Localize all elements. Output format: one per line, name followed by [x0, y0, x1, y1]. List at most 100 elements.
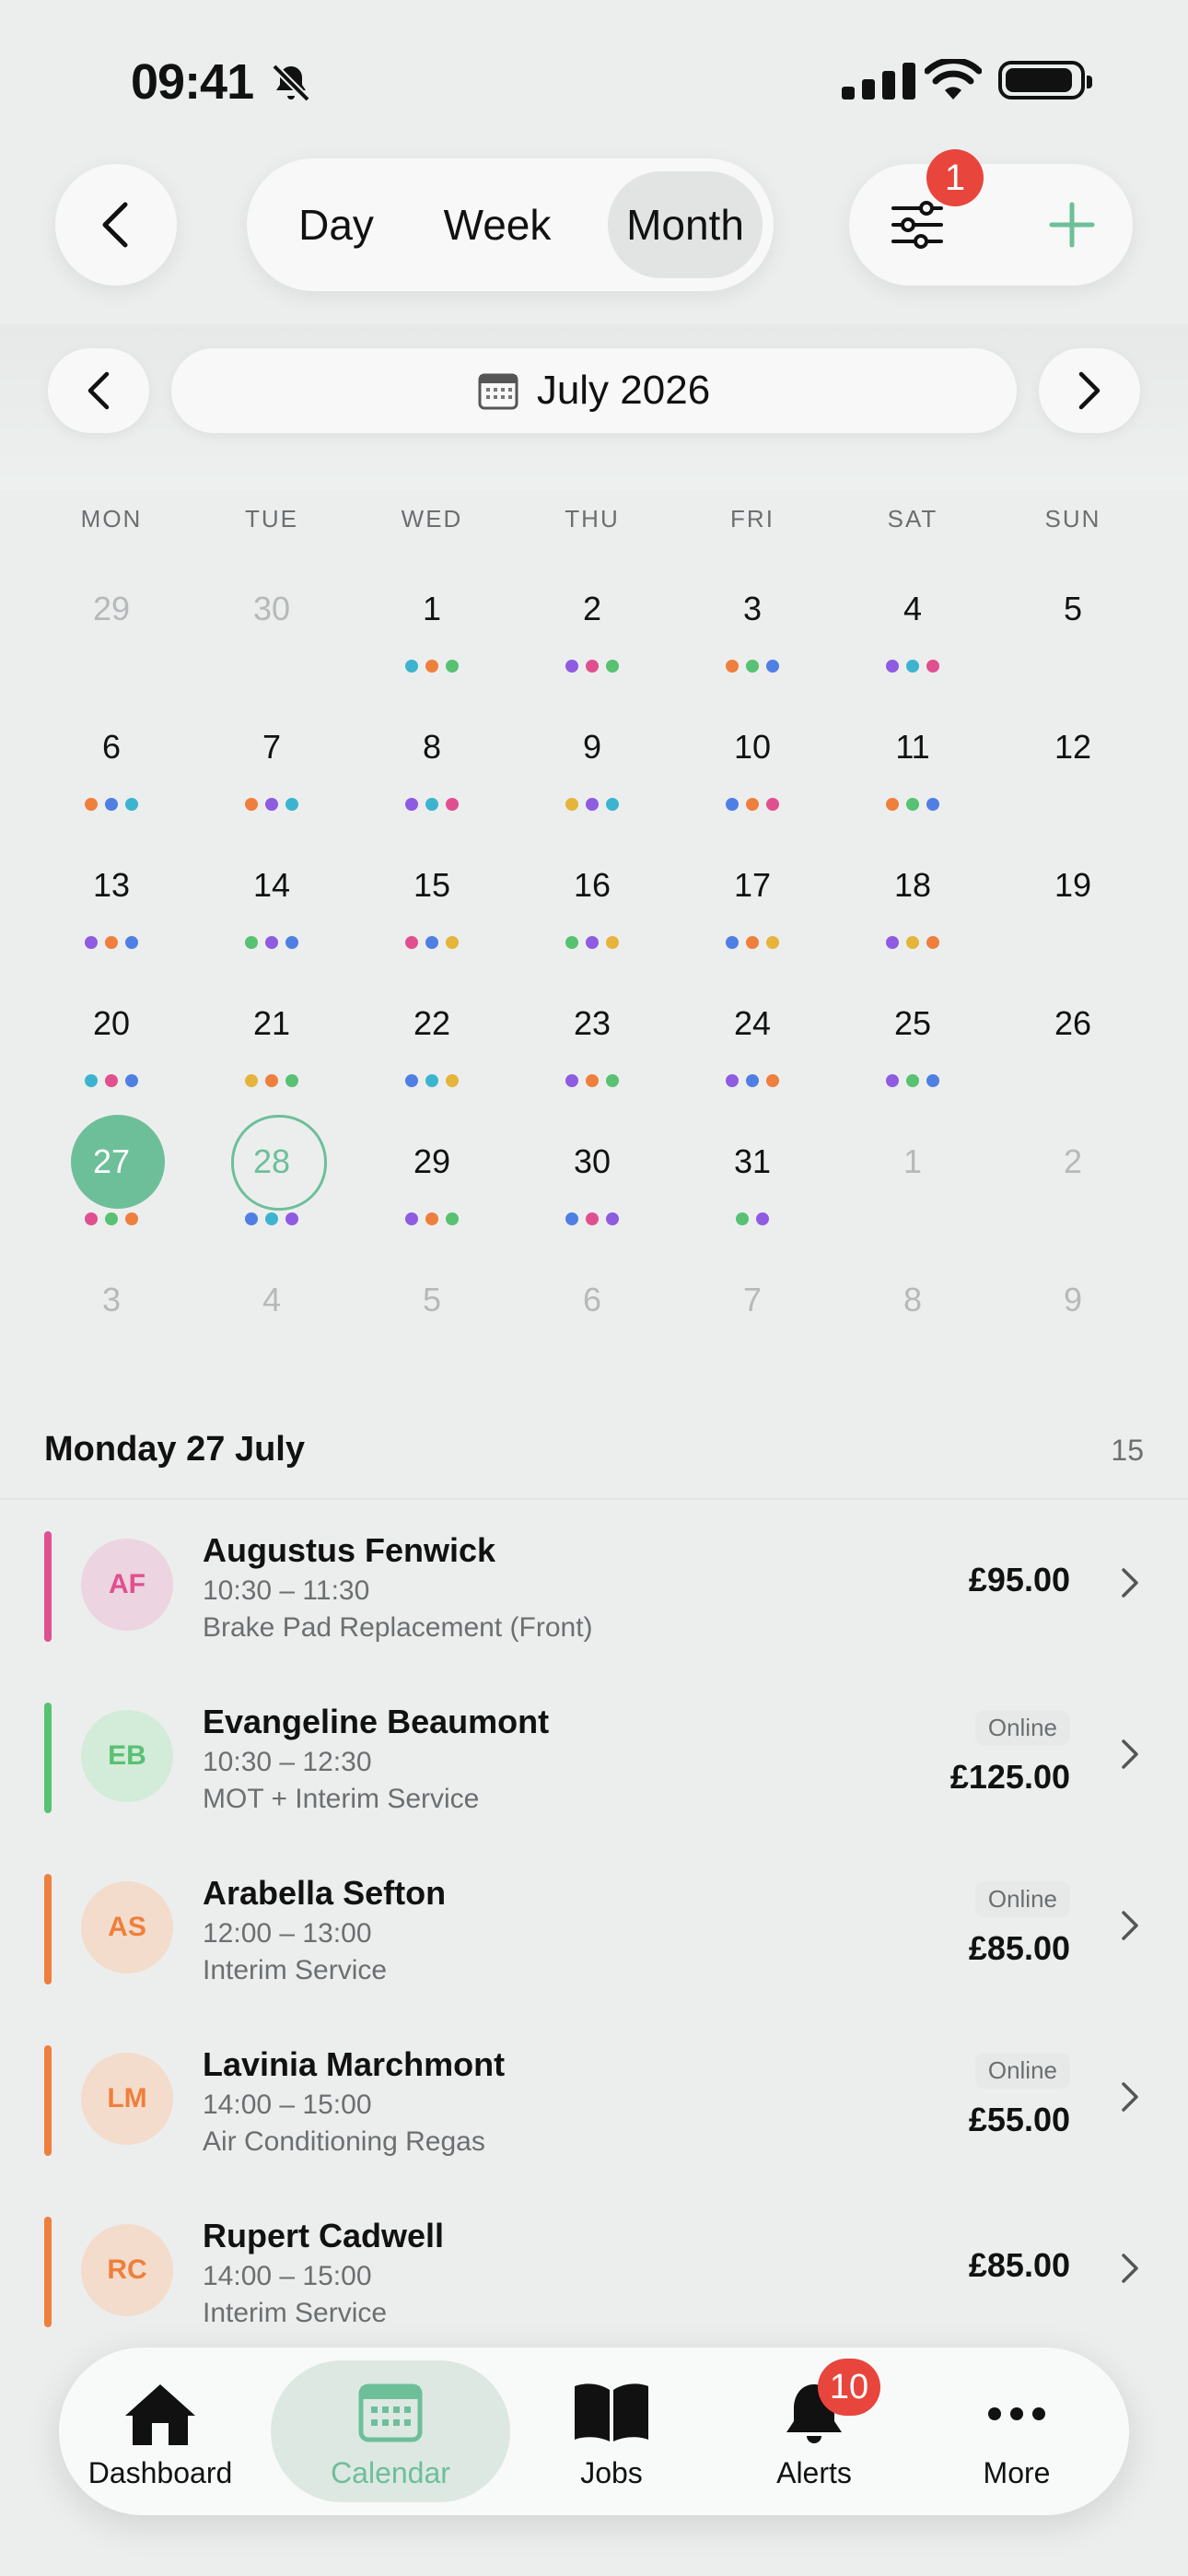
calendar-day-cell[interactable]: 16 [512, 851, 672, 989]
event-dots [672, 936, 833, 949]
event-dot [886, 1074, 899, 1087]
calendar-day-number: 10 [733, 728, 772, 766]
calendar-day-cell[interactable]: 3 [31, 1266, 192, 1404]
list-divider [0, 1498, 1188, 1500]
calendar-day-cell[interactable]: 5 [993, 575, 1153, 713]
calendar-day-number: 6 [582, 1281, 602, 1318]
calendar-day-cell[interactable]: 23 [512, 989, 672, 1128]
calendar-day-cell[interactable]: 1 [833, 1128, 993, 1266]
calendar-day-number: 19 [1054, 866, 1092, 904]
calendar-day-cell[interactable]: 28 [192, 1115, 352, 1266]
event-dot [766, 936, 779, 949]
booking-time: 12:00 – 13:00 [203, 1918, 372, 1949]
status-time: 09:41 [131, 54, 254, 110]
booking-service: Air Conditioning Regas [203, 2126, 485, 2157]
event-dot [766, 660, 779, 673]
calendar-day-cell[interactable]: 2 [512, 575, 672, 713]
calendar-day-cell[interactable]: 24 [672, 989, 833, 1128]
booking-row[interactable]: EB Evangeline Beaumont 10:30 – 12:30 MOT + … [0, 1693, 1188, 1865]
event-dot [906, 660, 919, 673]
tab-jobs[interactable]: Jobs [538, 2348, 685, 2515]
calendar-day-cell[interactable]: 15 [352, 851, 512, 989]
bottom-tab-bar: Dashboard Calendar Jobs Alerts More [59, 2348, 1129, 2515]
view-day-tab[interactable]: Day [260, 171, 413, 278]
calendar-day-number: 29 [413, 1142, 451, 1180]
calendar-day-cell[interactable]: 19 [993, 851, 1153, 989]
event-dot [756, 1212, 769, 1225]
calendar-day-cell[interactable]: 9 [993, 1266, 1153, 1404]
weekday-label: SAT [887, 505, 938, 533]
tab-more[interactable]: More [943, 2348, 1090, 2515]
calendar-day-cell[interactable]: 20 [31, 989, 192, 1128]
next-month-button[interactable] [1039, 348, 1140, 433]
booking-row[interactable]: AF Augustus Fenwick 10:30 – 11:30 Brake Pad… [0, 1522, 1188, 1693]
calendar-day-cell[interactable]: 4 [192, 1266, 352, 1404]
month-picker[interactable]: July 2026 [171, 348, 1017, 433]
calendar-day-cell[interactable]: 10 [672, 713, 833, 851]
event-dot [565, 660, 578, 673]
calendar-day-cell[interactable]: 9 [512, 713, 672, 851]
event-dot [85, 1212, 98, 1225]
event-dot [565, 1074, 578, 1087]
calendar-day-cell[interactable]: 1 [352, 575, 512, 713]
calendar-day-cell[interactable]: 7 [672, 1266, 833, 1404]
calendar-day-cell[interactable]: 2 [993, 1128, 1153, 1266]
calendar-day-cell[interactable]: 21 [192, 989, 352, 1128]
calendar-day-cell[interactable]: 25 [833, 989, 993, 1128]
event-dot [606, 936, 619, 949]
calendar-day-cell[interactable]: 4 [833, 575, 993, 713]
event-dots [833, 798, 993, 811]
signal-icon [842, 63, 915, 100]
booking-status-bar [44, 1531, 52, 1642]
calendar-day-number: 26 [1054, 1004, 1092, 1042]
calendar-day-number: 4 [903, 590, 923, 627]
event-dot [746, 1074, 759, 1087]
calendar-day-cell[interactable]: 27 [31, 1115, 192, 1266]
calendar-day-cell[interactable]: 22 [352, 989, 512, 1128]
calendar-day-cell[interactable]: 12 [993, 713, 1153, 851]
calendar-day-cell[interactable]: 29 [31, 575, 192, 713]
calendar-day-cell[interactable]: 29 [352, 1128, 512, 1266]
filter-sliders-icon[interactable] [890, 197, 945, 252]
calendar-day-cell[interactable]: 30 [512, 1128, 672, 1266]
back-button[interactable] [55, 164, 177, 286]
event-dot [425, 936, 438, 949]
calendar-day-cell[interactable]: 11 [833, 713, 993, 851]
calendar-day-cell[interactable]: 3 [672, 575, 833, 713]
calendar-day-cell[interactable]: 6 [512, 1266, 672, 1404]
view-week-tab[interactable]: Week [418, 171, 577, 278]
event-dots [192, 1212, 352, 1225]
event-dot [586, 660, 599, 673]
calendar-day-cell[interactable]: 13 [31, 851, 192, 989]
event-dot [886, 798, 899, 811]
tab-calendar[interactable]: Calendar [271, 2360, 510, 2502]
calendar-day-cell[interactable]: 30 [192, 575, 352, 713]
calendar-day-cell[interactable]: 31 [672, 1128, 833, 1266]
calendar-day-cell[interactable]: 6 [31, 713, 192, 851]
booking-channel-badge: Online [974, 2053, 1070, 2089]
booking-row[interactable]: LM Lavinia Marchmont 14:00 – 15:00 Air Cond… [0, 2036, 1188, 2207]
calendar-day-cell[interactable]: 5 [352, 1266, 512, 1404]
add-icon[interactable] [1044, 197, 1100, 252]
calendar-day-cell[interactable]: 17 [672, 851, 833, 989]
chevron-right-icon [1122, 1568, 1138, 1598]
event-dot [265, 1212, 278, 1225]
calendar-day-cell[interactable]: 8 [833, 1266, 993, 1404]
booking-time: 14:00 – 15:00 [203, 2090, 372, 2120]
calendar-day-cell[interactable]: 7 [192, 713, 352, 851]
calendar-day-number: 15 [413, 866, 451, 904]
booking-row[interactable]: AS Arabella Sefton 12:00 – 13:00 Interim Se… [0, 1865, 1188, 2036]
calendar-day-cell[interactable]: 14 [192, 851, 352, 989]
event-dot [405, 936, 418, 949]
tab-dashboard[interactable]: Dashboard [87, 2348, 234, 2515]
customer-avatar: RC [81, 2224, 173, 2316]
previous-month-button[interactable] [48, 348, 149, 433]
event-dot [405, 1074, 418, 1087]
event-dot [125, 1074, 138, 1087]
calendar-day-cell[interactable]: 8 [352, 713, 512, 851]
chevron-right-icon [1122, 2082, 1138, 2112]
calendar-day-cell[interactable]: 18 [833, 851, 993, 989]
calendar-day-cell[interactable]: 26 [993, 989, 1153, 1128]
view-month-tab[interactable]: Month [608, 171, 763, 278]
calendar-day-number: 4 [262, 1281, 282, 1318]
